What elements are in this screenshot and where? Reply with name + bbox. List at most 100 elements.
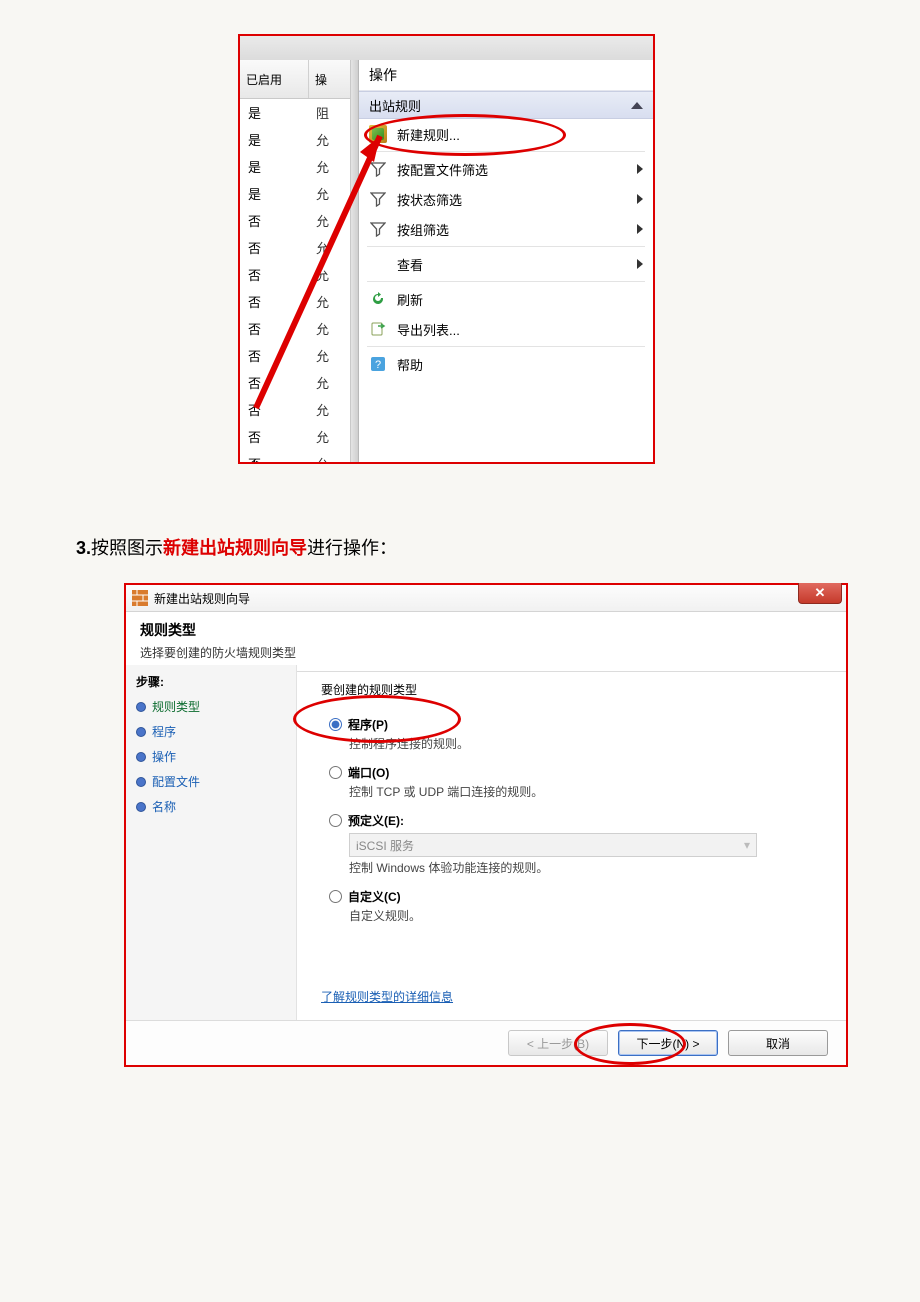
cell-action: 允 — [310, 319, 350, 338]
splitter[interactable] — [351, 60, 359, 462]
cell-action: 允 — [310, 184, 350, 203]
action-refresh[interactable]: 刷新 — [359, 284, 653, 314]
help-icon: ? — [369, 355, 387, 373]
cell-enabled: 否 — [240, 346, 310, 365]
option-program[interactable]: 程序(P) 控制程序连接的规则。 — [329, 716, 822, 752]
funnel-icon — [369, 190, 387, 208]
cell-enabled: 否 — [240, 454, 310, 464]
wizard-titlebar[interactable]: 新建出站规则向导 ✕ — [126, 585, 846, 612]
cell-enabled: 是 — [240, 130, 310, 149]
option-port[interactable]: 端口(O) 控制 TCP 或 UDP 端口连接的规则。 — [329, 764, 822, 800]
action-filter-state[interactable]: 按状态筛选 — [359, 184, 653, 214]
close-icon: ✕ — [815, 585, 826, 601]
col-enabled-header[interactable]: 已启用 — [240, 60, 309, 98]
table-row[interactable]: 是允 — [240, 126, 350, 153]
step-label: 配置文件 — [152, 773, 200, 790]
learn-more-link[interactable]: 了解规则类型的详细信息 — [321, 988, 453, 1005]
wizard-header-title: 规则类型 — [140, 620, 832, 640]
step-label: 操作 — [152, 748, 176, 765]
cell-enabled: 否 — [240, 211, 310, 230]
action-export[interactable]: 导出列表... — [359, 314, 653, 344]
step-caption: 3.按照图示新建出站规则向导进行操作： — [76, 536, 920, 561]
blank-icon — [369, 255, 387, 273]
table-row[interactable]: 否允 — [240, 234, 350, 261]
wizard-steps-pane: 步骤: 规则类型 程序 操作 配置文件 名称 — [126, 665, 297, 1021]
table-row[interactable]: 是阻 — [240, 99, 350, 126]
action-label: 新建规则... — [397, 125, 643, 144]
option-custom[interactable]: 自定义(C) 自定义规则。 — [329, 888, 822, 924]
table-row[interactable]: 否允 — [240, 288, 350, 315]
actions-pane-title: 操作 — [359, 60, 653, 91]
svg-text:?: ? — [375, 359, 381, 371]
firewall-icon — [132, 590, 148, 606]
close-button[interactable]: ✕ — [798, 583, 842, 604]
bullet-icon — [136, 727, 146, 737]
table-row[interactable]: 否允 — [240, 423, 350, 450]
radio-program[interactable] — [329, 718, 342, 731]
table-row[interactable]: 否允 — [240, 342, 350, 369]
actions-section-outbound[interactable]: 出站规则 — [359, 91, 653, 119]
table-row[interactable]: 否允 — [240, 207, 350, 234]
wizard-header-subtitle: 选择要创建的防火墙规则类型 — [140, 644, 832, 661]
action-filter-group[interactable]: 按组筛选 — [359, 214, 653, 244]
radio-predefined[interactable] — [329, 814, 342, 827]
table-row[interactable]: 否允 — [240, 450, 350, 464]
actions-pane: 操作 出站规则 新建规则... 按配置文件筛选 按状态 — [359, 60, 653, 462]
collapse-icon — [631, 102, 643, 109]
cancel-button[interactable]: 取消 — [728, 1030, 828, 1056]
submenu-arrow-icon — [637, 194, 643, 204]
rules-grid: 已启用 操 是阻是允是允是允否允否允否允否允否允否允否允否允否允否允 — [240, 60, 351, 462]
action-label: 导出列表... — [397, 320, 643, 339]
new-rule-icon — [369, 125, 387, 143]
step-rule-type[interactable]: 规则类型 — [136, 698, 286, 715]
step-name[interactable]: 名称 — [136, 798, 286, 815]
predefined-select[interactable]: iSCSI 服务 ▾ — [349, 833, 757, 857]
caption-part2: 进行操作： — [307, 538, 397, 558]
action-filter-profile[interactable]: 按配置文件筛选 — [359, 154, 653, 184]
action-new-rule[interactable]: 新建规则... — [359, 119, 653, 149]
select-value: iSCSI 服务 — [356, 837, 414, 854]
table-row[interactable]: 否允 — [240, 315, 350, 342]
col-action-header[interactable]: 操 — [309, 71, 350, 88]
funnel-icon — [369, 220, 387, 238]
wizard-window-title: 新建出站规则向导 — [154, 590, 250, 607]
chevron-down-icon: ▾ — [744, 838, 750, 852]
step-label: 规则类型 — [152, 698, 200, 715]
next-button[interactable]: 下一步(N) > — [618, 1030, 718, 1056]
table-row[interactable]: 是允 — [240, 153, 350, 180]
cell-action: 允 — [310, 157, 350, 176]
option-desc: 控制 Windows 体验功能连接的规则。 — [349, 859, 822, 876]
option-desc: 控制 TCP 或 UDP 端口连接的规则。 — [349, 783, 822, 800]
cell-enabled: 否 — [240, 400, 310, 419]
action-help[interactable]: ? 帮助 — [359, 349, 653, 379]
action-label: 按配置文件筛选 — [397, 160, 627, 179]
funnel-icon — [369, 160, 387, 178]
step-label: 名称 — [152, 798, 176, 815]
table-row[interactable]: 否允 — [240, 369, 350, 396]
step-profile[interactable]: 配置文件 — [136, 773, 286, 790]
cell-action: 允 — [310, 292, 350, 311]
radio-custom[interactable] — [329, 890, 342, 903]
option-predefined[interactable]: 预定义(E): iSCSI 服务 ▾ 控制 Windows 体验功能连接的规则。 — [329, 812, 822, 876]
table-row[interactable]: 是允 — [240, 180, 350, 207]
radio-port[interactable] — [329, 766, 342, 779]
action-label: 帮助 — [397, 355, 643, 374]
cell-action: 允 — [310, 130, 350, 149]
cell-action: 允 — [310, 454, 350, 464]
action-label: 刷新 — [397, 290, 643, 309]
refresh-icon — [369, 290, 387, 308]
table-row[interactable]: 否允 — [240, 396, 350, 423]
separator — [367, 151, 645, 152]
option-title: 预定义(E): — [348, 812, 404, 829]
submenu-arrow-icon — [637, 259, 643, 269]
cell-action: 允 — [310, 427, 350, 446]
step-program[interactable]: 程序 — [136, 723, 286, 740]
wizard-main-pane: 要创建的规则类型 程序(P) 控制程序连接的规则。 端口(O) 控制 TCP 或… — [297, 665, 846, 1021]
table-row[interactable]: 否允 — [240, 261, 350, 288]
step-number: 3. — [76, 538, 91, 558]
step-action[interactable]: 操作 — [136, 748, 286, 765]
cell-enabled: 否 — [240, 265, 310, 284]
bullet-icon — [136, 702, 146, 712]
option-title: 自定义(C) — [348, 888, 401, 905]
action-view[interactable]: 查看 — [359, 249, 653, 279]
